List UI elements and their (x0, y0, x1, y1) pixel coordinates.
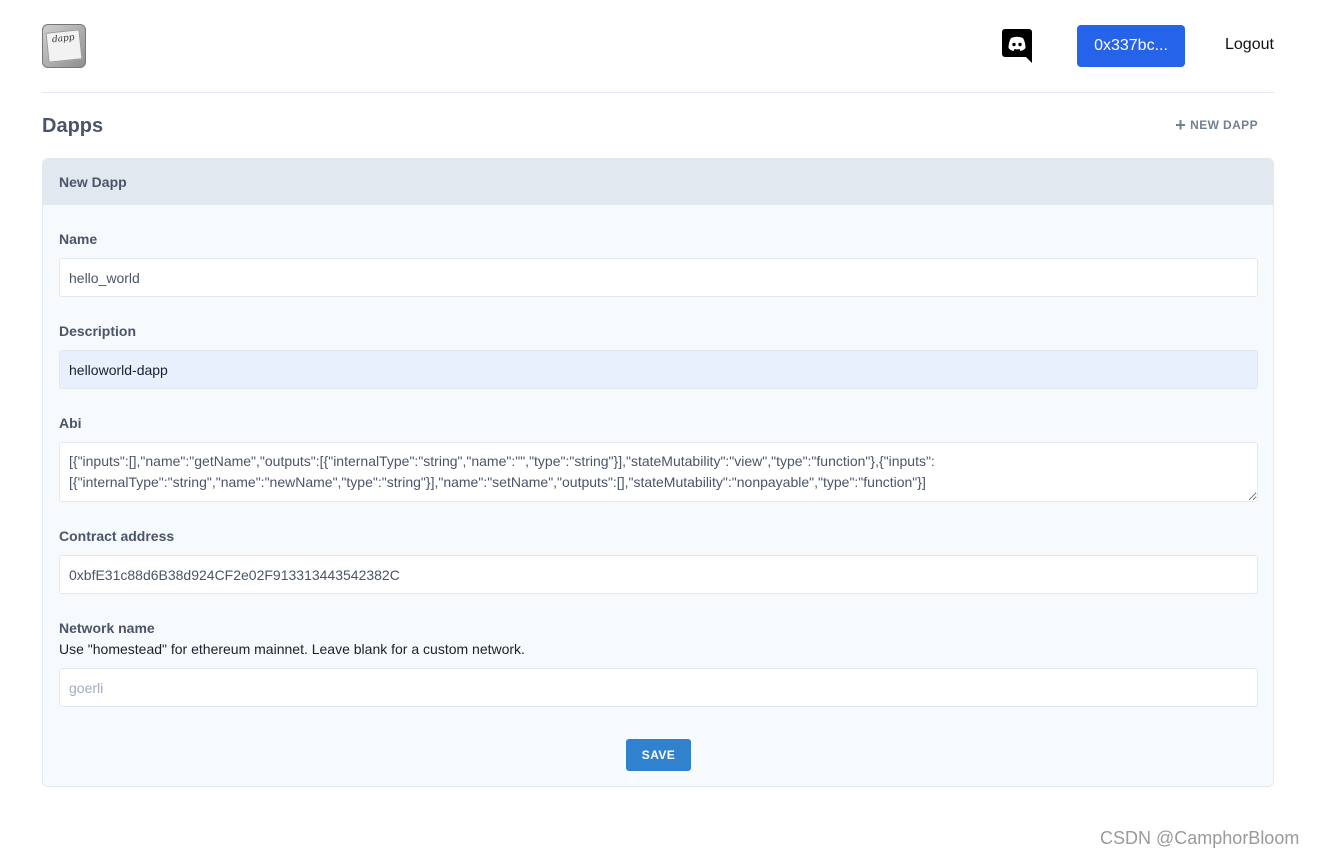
plus-icon: + (1175, 115, 1187, 135)
wallet-address-button[interactable]: 0x337bc... (1077, 25, 1185, 67)
abi-label: Abi (59, 415, 82, 431)
description-input[interactable] (59, 350, 1258, 389)
network-name-help: Use "homestead" for ethereum mainnet. Le… (59, 641, 525, 657)
name-label: Name (59, 231, 98, 247)
contract-address-input[interactable] (59, 555, 1258, 594)
watermark: CSDN @CamphorBloom (1100, 828, 1300, 848)
page-title: Dapps (42, 115, 104, 137)
contract-address-label: Contract address (59, 528, 175, 544)
new-dapp-button[interactable]: + NEW DAPP (1175, 116, 1258, 134)
form-title: New Dapp (43, 159, 1273, 205)
logout-link[interactable]: Logout (1225, 36, 1274, 54)
new-dapp-form-card: New Dapp Name Description Abi [{"inputs"… (42, 158, 1274, 787)
top-navbar: dapp 0x337bc... Logout (42, 0, 1274, 93)
name-input[interactable] (59, 258, 1258, 297)
page-title-row: Dapps + NEW DAPP (42, 112, 1274, 140)
network-name-label: Network name (59, 620, 155, 636)
abi-textarea[interactable]: [{"inputs":[],"name":"getName","outputs"… (59, 442, 1258, 502)
new-dapp-label: NEW DAPP (1190, 118, 1258, 132)
description-label: Description (59, 323, 137, 339)
save-button[interactable]: SAVE (626, 739, 691, 771)
discord-icon[interactable] (1002, 29, 1032, 63)
network-name-input[interactable] (59, 668, 1258, 707)
logo-text: dapp (45, 29, 83, 63)
dapp-logo-icon[interactable]: dapp (42, 24, 86, 68)
